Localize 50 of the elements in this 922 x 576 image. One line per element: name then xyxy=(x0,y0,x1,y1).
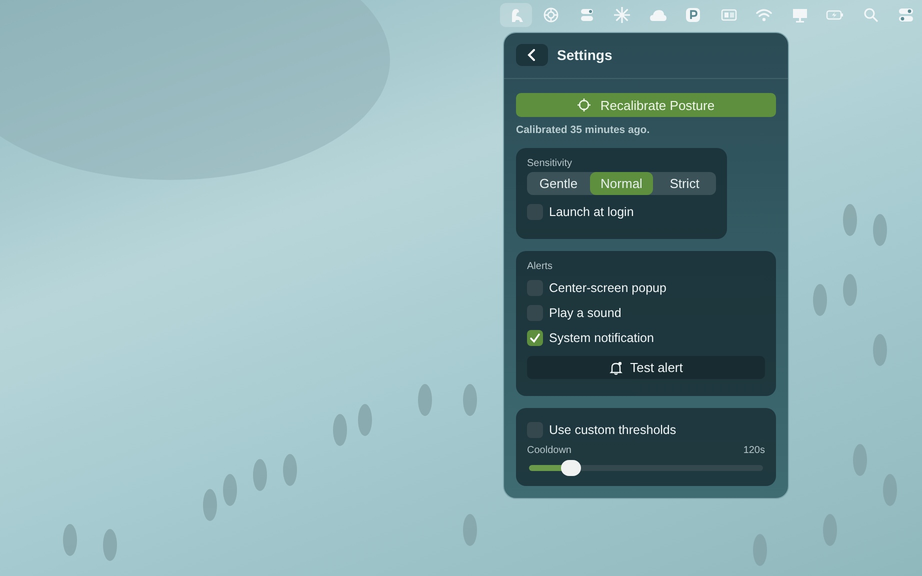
tree-drawing xyxy=(843,274,857,306)
checkmark-icon xyxy=(529,332,541,344)
tree-drawing xyxy=(463,384,477,416)
tree-drawing xyxy=(223,474,237,506)
tree-drawing xyxy=(883,474,897,506)
chevron-left-icon xyxy=(527,49,537,61)
slider-label: Cooldown xyxy=(527,445,572,456)
tree-drawing xyxy=(853,444,867,476)
wifi-icon xyxy=(755,6,773,24)
tree-drawing xyxy=(753,534,767,566)
tree-drawing xyxy=(873,214,887,246)
checkbox-label: Use custom thresholds xyxy=(549,423,676,438)
tree-drawing xyxy=(823,514,837,546)
tree-drawing xyxy=(873,334,887,366)
tree-drawing xyxy=(843,204,857,236)
tree-drawing xyxy=(283,454,297,486)
tree-drawing xyxy=(418,384,432,416)
segment-option[interactable]: Gentle xyxy=(527,172,590,195)
menu-bar-icon[interactable] xyxy=(500,3,532,27)
calibration-note: Calibrated 35 minutes ago. xyxy=(516,124,651,136)
slider-thumb[interactable] xyxy=(561,460,582,476)
checkbox-label: Launch at login xyxy=(549,204,634,218)
cooldown-slider[interactable] xyxy=(529,460,763,476)
tree-drawing xyxy=(813,284,827,316)
tree-drawing xyxy=(103,529,117,561)
test-alert-button[interactable]: Test alert xyxy=(527,356,765,379)
crosshair-icon xyxy=(577,98,592,112)
tree-drawing xyxy=(463,514,477,546)
search-icon xyxy=(862,6,880,24)
tree-drawing xyxy=(358,404,372,436)
back-button[interactable] xyxy=(516,44,548,66)
checkbox[interactable] xyxy=(527,330,543,346)
bell-icon xyxy=(609,360,624,374)
starburst-icon xyxy=(613,6,631,24)
panel-title: Settings xyxy=(557,47,612,63)
checkbox-label: Play a sound xyxy=(549,306,622,320)
tree-drawing xyxy=(333,414,347,446)
checkbox-label: System notification xyxy=(549,330,654,344)
slider-value: 120s xyxy=(743,445,765,456)
segment-option[interactable]: Strict xyxy=(653,172,716,195)
section-label: Sensitivity xyxy=(527,158,574,169)
display-icon xyxy=(790,6,808,24)
tree-drawing xyxy=(63,524,77,556)
letter-p-icon xyxy=(684,6,702,24)
tree-drawing xyxy=(253,459,267,491)
checkbox-label: Center-screen popup xyxy=(549,280,666,294)
tree-drawing xyxy=(203,489,217,521)
checkbox[interactable] xyxy=(527,204,543,220)
control-center-icon xyxy=(897,6,915,24)
section-label: Alerts xyxy=(527,261,554,272)
